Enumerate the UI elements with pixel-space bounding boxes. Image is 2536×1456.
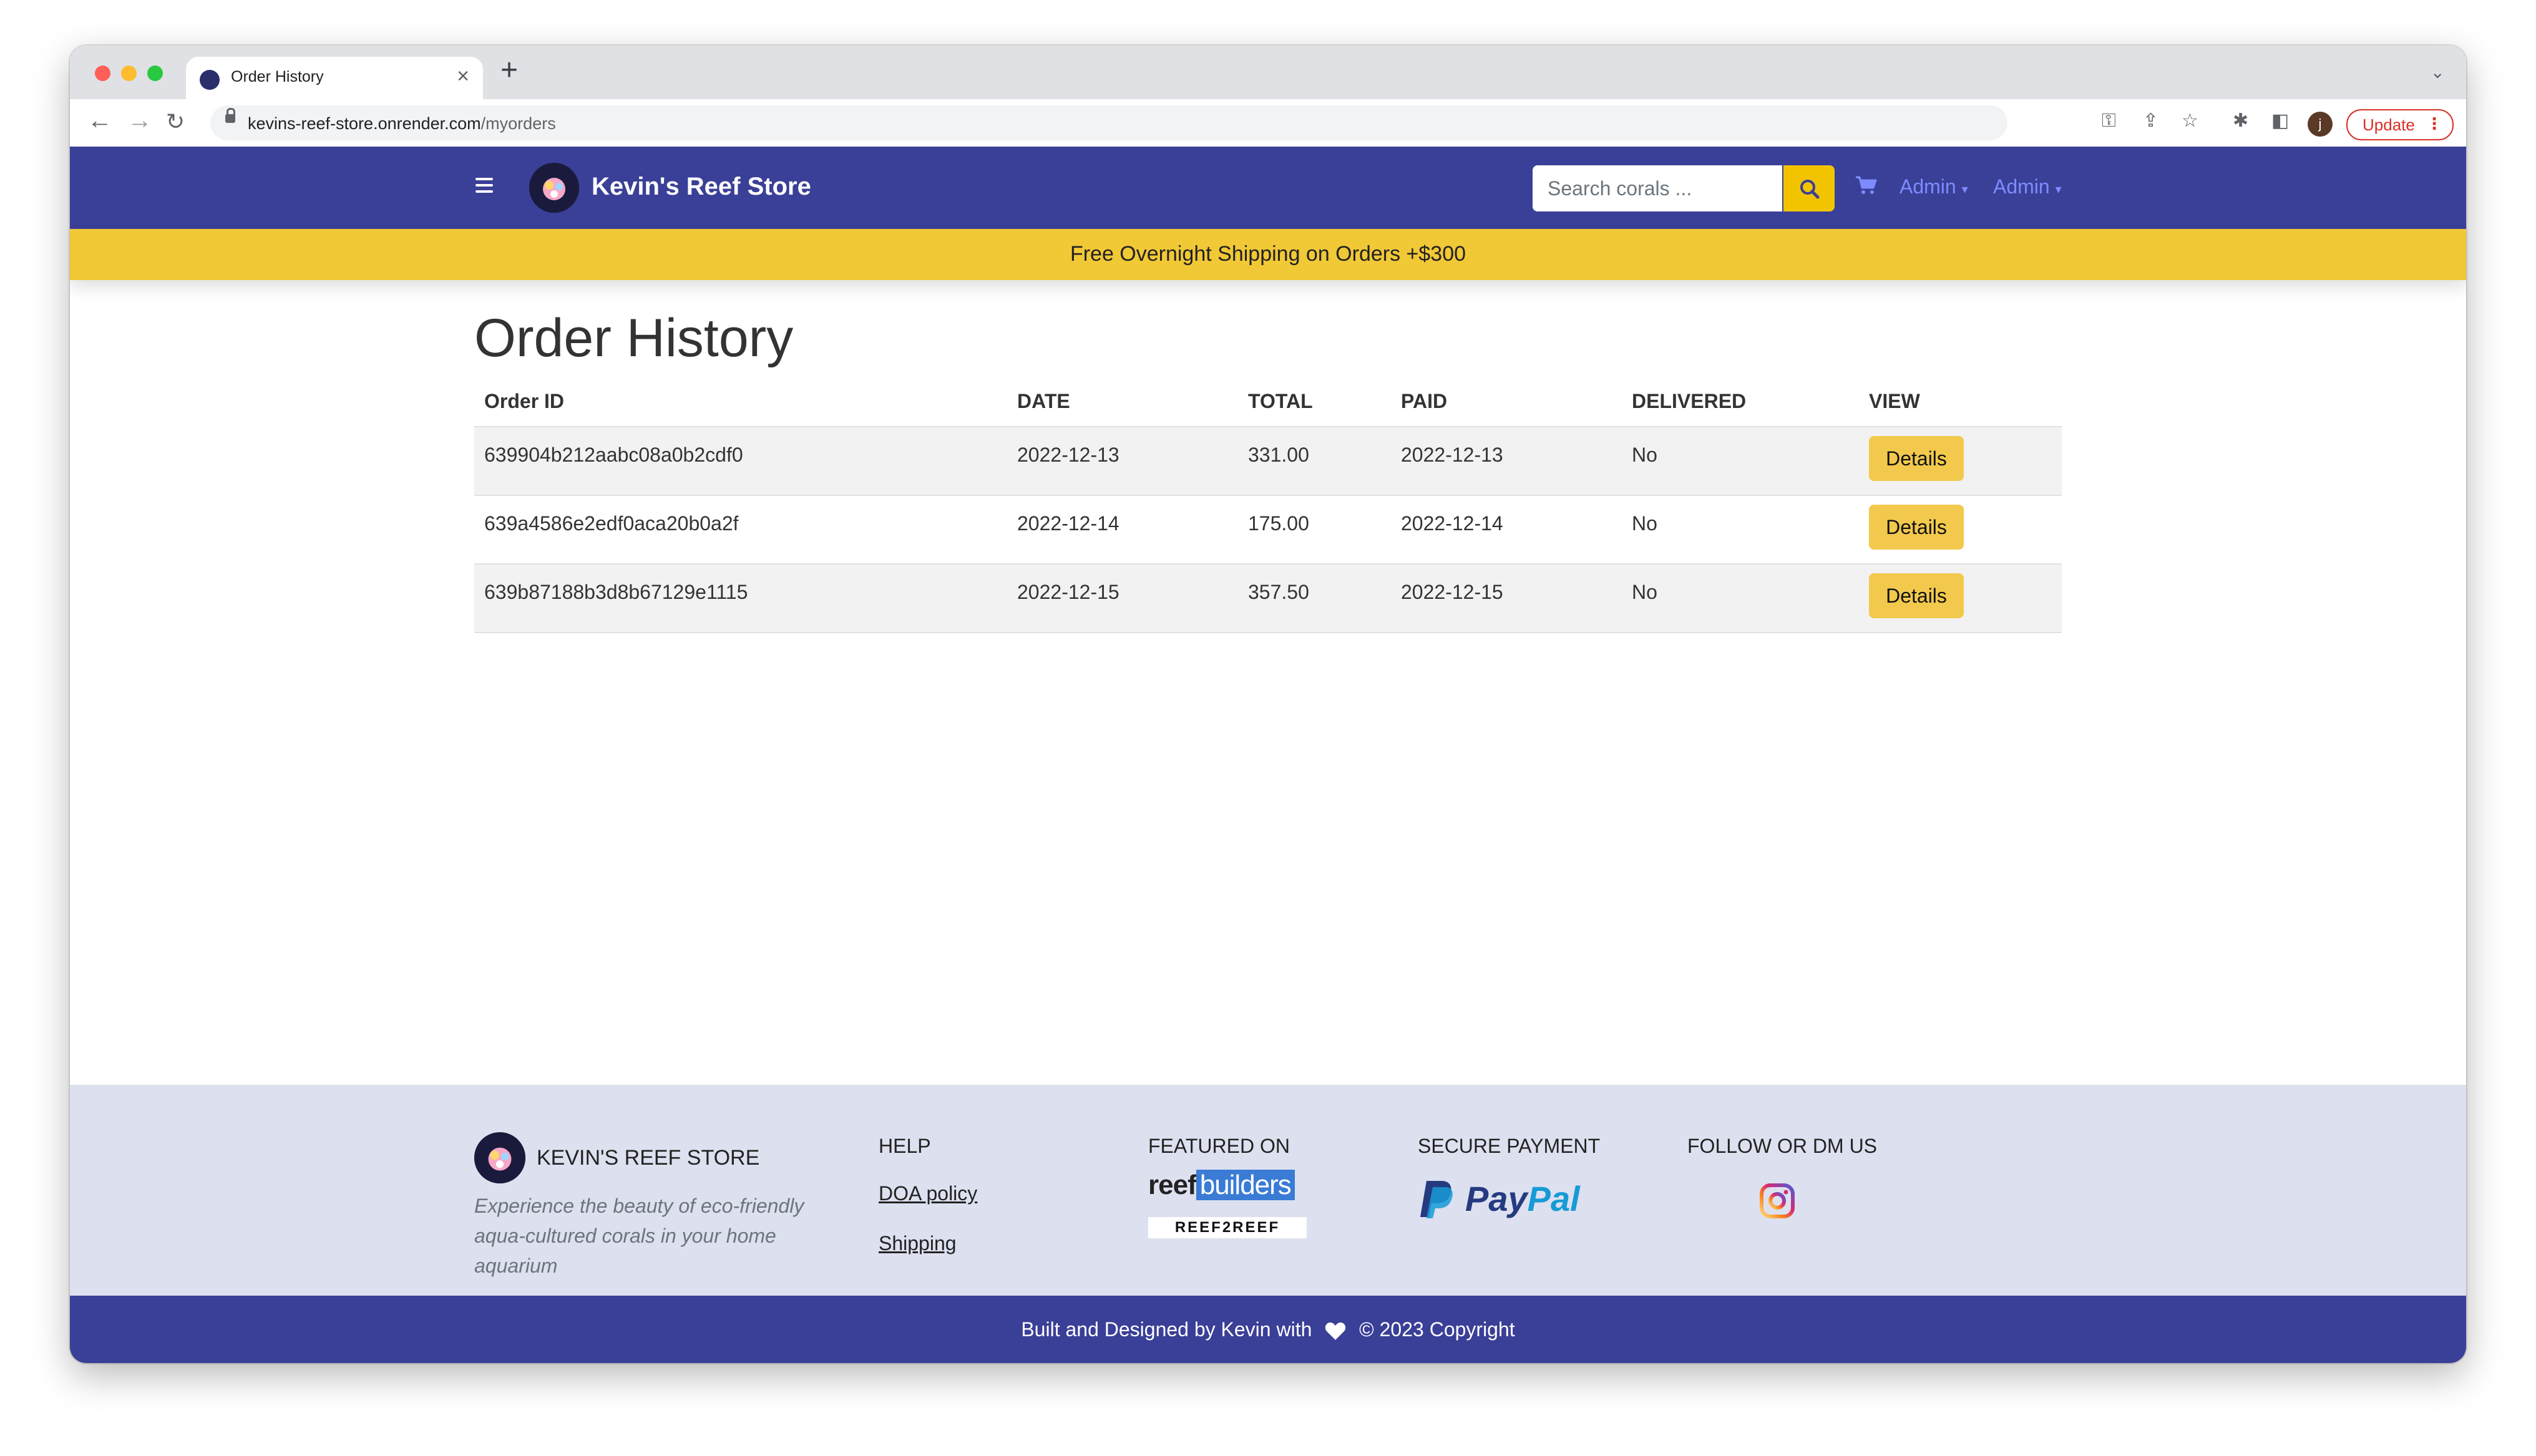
doa-policy-link[interactable]: DOA policy	[879, 1182, 977, 1205]
search-input[interactable]	[1533, 165, 1782, 211]
search-icon	[1800, 180, 1820, 199]
column-header-date: DATE	[1017, 389, 1070, 412]
footer-store-logo	[474, 1132, 525, 1183]
close-window-button[interactable]	[95, 66, 110, 81]
column-header-view: VIEW	[1869, 389, 1920, 412]
minimize-window-button[interactable]	[121, 66, 137, 81]
tab-strip: Order History × + ⌄	[70, 46, 2466, 99]
hamburger-menu-icon[interactable]	[476, 178, 493, 197]
browser-window: Order History × + ⌄ ← → ↻ kevins-reef-st…	[70, 46, 2466, 1363]
shipping-link[interactable]: Shipping	[879, 1232, 957, 1255]
table-row: 639904b212aabc08a0b2cdf0 2022-12-13 331.…	[474, 426, 2062, 495]
more-vert-icon: ⋮	[2426, 114, 2442, 133]
site-footer: KEVIN'S REEF STORE Experience the beauty…	[70, 1085, 2466, 1296]
order-date-cell: 2022-12-13	[1007, 426, 1238, 495]
bookmark-star-icon[interactable]: ☆	[2182, 112, 2198, 130]
page-title: Order History	[474, 308, 794, 368]
footer-description: Experience the beauty of eco-friendly aq…	[474, 1195, 804, 1277]
order-paid-cell: 2022-12-13	[1391, 426, 1622, 495]
shipping-banner: Free Overnight Shipping on Orders +$300	[70, 229, 2466, 280]
key-icon[interactable]: ⚿	[2102, 112, 2116, 130]
lock-icon	[225, 108, 235, 123]
order-date-cell: 2022-12-14	[1007, 495, 1238, 564]
browser-toolbar: ← → ↻ kevins-reef-store.onrender.com/myo…	[70, 99, 2466, 148]
order-view-cell: Details	[1859, 563, 2062, 633]
reload-icon[interactable]: ↻	[166, 110, 185, 133]
update-button[interactable]: Update ⋮	[2346, 109, 2454, 140]
order-id-cell: 639a4586e2edf0aca20b0a2f	[474, 495, 1007, 564]
paypal-logo-text: PayPal	[1465, 1179, 1580, 1218]
admin-dropdown-2[interactable]: Admin ▾	[1993, 175, 2062, 198]
column-header-paid: PAID	[1401, 389, 1448, 412]
order-total-cell: 175.00	[1238, 495, 1391, 564]
admin-dropdown-1[interactable]: Admin ▾	[1900, 175, 1968, 198]
order-id-cell: 639904b212aabc08a0b2cdf0	[474, 426, 1007, 495]
payment-heading: SECURE PAYMENT	[1418, 1135, 1601, 1157]
chevron-down-icon[interactable]: ⌄	[2431, 62, 2445, 82]
order-delivered-cell: No	[1622, 426, 1859, 495]
extensions-puzzle-icon[interactable]: ✱	[2233, 112, 2248, 130]
copyright-text: Built and Designed by Kevin with © 2023 …	[1021, 1318, 1515, 1341]
tab-order-history[interactable]: Order History ×	[186, 57, 483, 99]
side-panel-icon[interactable]: ◧	[2271, 112, 2289, 130]
details-button[interactable]: Details	[1869, 436, 1964, 481]
store-brand-name[interactable]: Kevin's Reef Store	[592, 173, 811, 201]
tab-title: Order History	[231, 68, 324, 85]
store-logo[interactable]	[529, 163, 579, 213]
shopping-cart-icon[interactable]	[1855, 175, 1877, 195]
order-date-cell: 2022-12-15	[1007, 563, 1238, 633]
instagram-icon[interactable]	[1758, 1182, 1796, 1220]
order-view-cell: Details	[1859, 426, 2062, 495]
site-navbar: Kevin's Reef Store Admin ▾ Admin ▾	[70, 147, 2466, 229]
order-id-cell: 639b87188b3d8b67129e1115	[474, 563, 1007, 633]
close-tab-icon[interactable]: ×	[457, 64, 469, 89]
featured-heading: FEATURED ON	[1148, 1135, 1290, 1157]
details-button[interactable]: Details	[1869, 573, 1964, 618]
address-bar[interactable]: kevins-reef-store.onrender.com/myorders	[210, 105, 2007, 140]
order-view-cell: Details	[1859, 495, 2062, 564]
site-favicon-icon	[200, 70, 220, 90]
order-paid-cell: 2022-12-14	[1391, 495, 1622, 564]
forward-arrow-icon[interactable]: →	[127, 108, 152, 133]
order-delivered-cell: No	[1622, 495, 1859, 564]
order-total-cell: 357.50	[1238, 563, 1391, 633]
order-delivered-cell: No	[1622, 563, 1859, 633]
details-button[interactable]: Details	[1869, 505, 1964, 550]
reefbuilders-logo[interactable]: reef builders	[1148, 1170, 1295, 1201]
heart-icon	[1325, 1322, 1346, 1340]
table-row: 639b87188b3d8b67129e1115 2022-12-15 357.…	[474, 563, 2062, 633]
orders-table: Order ID DATE TOTAL PAID DELIVERED VIEW …	[474, 376, 2062, 633]
table-header-row: Order ID DATE TOTAL PAID DELIVERED VIEW	[474, 376, 2062, 427]
follow-heading: FOLLOW OR DM US	[1687, 1135, 1878, 1157]
update-button-label: Update	[2363, 115, 2415, 134]
paypal-icon	[1420, 1181, 1453, 1218]
url-text: kevins-reef-store.onrender.com/myorders	[248, 114, 556, 133]
maximize-window-button[interactable]	[147, 66, 163, 81]
help-heading: HELP	[879, 1135, 931, 1157]
back-arrow-icon[interactable]: ←	[87, 108, 112, 133]
column-header-total: TOTAL	[1248, 389, 1313, 412]
search-button[interactable]	[1783, 165, 1835, 211]
order-paid-cell: 2022-12-15	[1391, 563, 1622, 633]
order-total-cell: 331.00	[1238, 426, 1391, 495]
footer-brand-name: KEVIN'S REEF STORE	[537, 1146, 760, 1170]
column-header-order-id: Order ID	[484, 389, 565, 412]
reef2reef-logo[interactable]: REEF2REEF	[1148, 1217, 1307, 1238]
shipping-banner-text: Free Overnight Shipping on Orders +$300	[1070, 242, 1466, 266]
profile-avatar[interactable]: j	[2308, 112, 2333, 137]
share-icon[interactable]: ⇪	[2143, 112, 2158, 130]
column-header-delivered: DELIVERED	[1632, 389, 1747, 412]
table-row: 639a4586e2edf0aca20b0a2f 2022-12-14 175.…	[474, 495, 2062, 564]
new-tab-icon[interactable]: +	[500, 56, 518, 85]
copyright-bar: Built and Designed by Kevin with © 2023 …	[70, 1296, 2466, 1363]
